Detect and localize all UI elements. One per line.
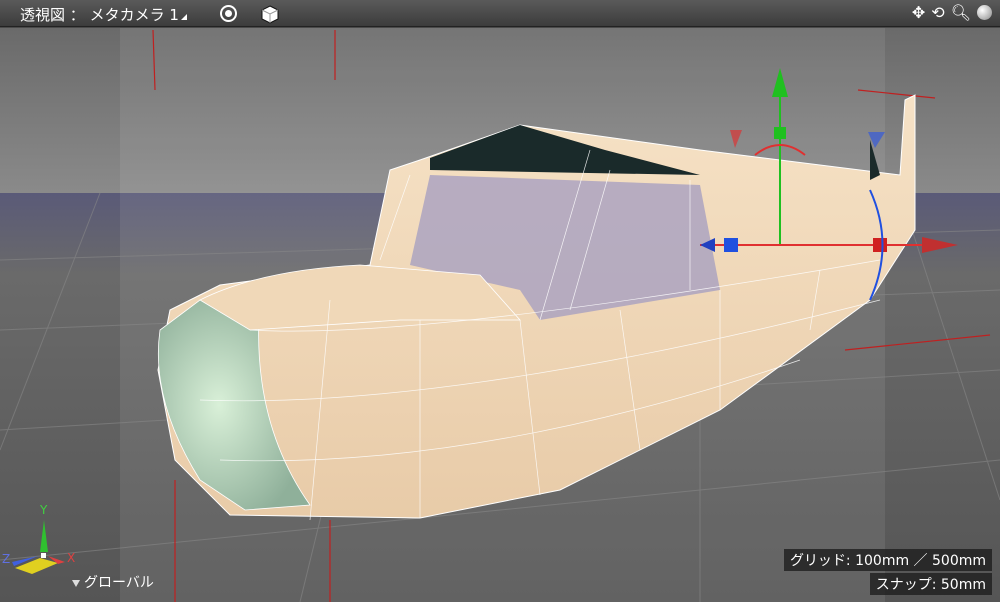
sphere-icon[interactable] bbox=[977, 5, 992, 20]
move-icon[interactable]: ✥ bbox=[912, 3, 925, 22]
coordinate-mode-dropdown[interactable]: グローバル bbox=[72, 572, 154, 592]
target-icon[interactable] bbox=[220, 5, 237, 22]
x-axis-label: X bbox=[67, 551, 75, 565]
zoom-icon[interactable]: 🔍︎ bbox=[951, 3, 971, 22]
dropdown-icon bbox=[72, 580, 80, 587]
view-name: 透視図 bbox=[20, 6, 66, 24]
cube-icon[interactable] bbox=[260, 4, 280, 24]
separator: ： bbox=[69, 6, 85, 24]
snap-info: スナップ: 50mm bbox=[869, 573, 992, 595]
3d-viewport[interactable]: Y X Z bbox=[0, 28, 1000, 602]
z-axis-label: Z bbox=[2, 552, 10, 566]
viewport-header: 透視図 ： メタカメラ 1 ✥ ⟲ 🔍︎ bbox=[0, 0, 1000, 27]
dropdown-icon[interactable] bbox=[180, 14, 187, 20]
y-axis-label: Y bbox=[39, 503, 48, 517]
rotate-icon[interactable]: ⟲ bbox=[931, 3, 944, 22]
camera-name: メタカメラ 1 bbox=[89, 6, 179, 24]
view-title[interactable]: 透視図 ： メタカメラ 1 bbox=[20, 4, 187, 25]
coordinate-mode-label: グローバル bbox=[84, 575, 154, 591]
grid-info: グリッド: 100mm ／ 500mm bbox=[783, 549, 992, 571]
